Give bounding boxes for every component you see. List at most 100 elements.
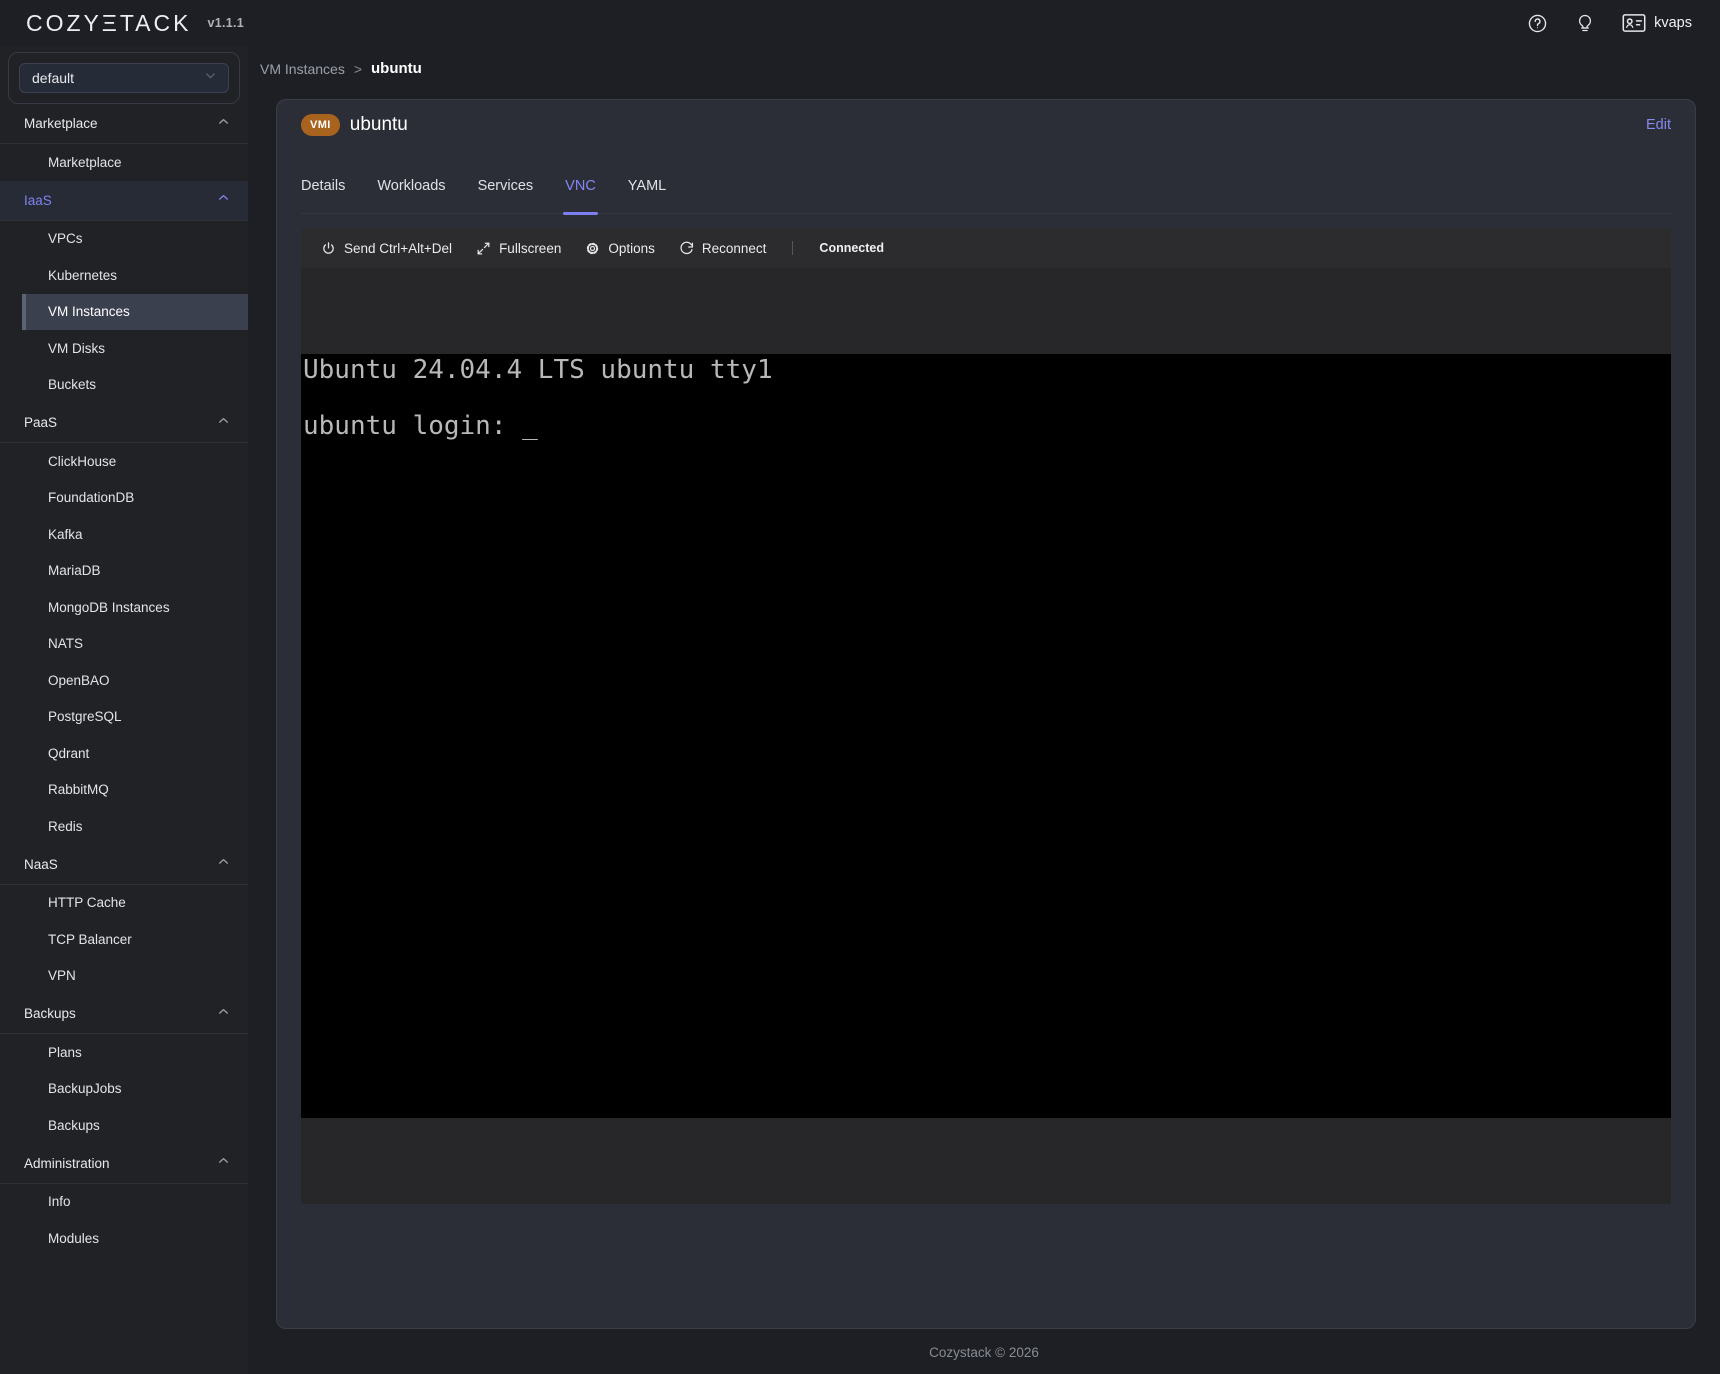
sidebar-item-vpn[interactable]: VPN <box>0 958 248 995</box>
topbar: COZYΞTACK v1.1.1 <box>0 0 1720 46</box>
options-button[interactable]: Options <box>585 241 655 256</box>
item-label: Redis <box>48 819 83 834</box>
tab-yaml[interactable]: YAML <box>628 178 666 213</box>
project-select[interactable]: default <box>19 63 229 93</box>
terminal-line: Ubuntu 24.04.4 LTS ubuntu tty1 <box>303 356 1671 384</box>
send-ctrl-alt-del-label: Send Ctrl+Alt+Del <box>344 241 452 256</box>
edit-button[interactable]: Edit <box>1646 117 1671 133</box>
sidebar-item-vpcs[interactable]: VPCs <box>0 221 248 258</box>
chevron-up-icon <box>217 1154 230 1172</box>
topbar-actions: kvaps <box>1527 13 1692 34</box>
chevron-up-icon <box>217 414 230 432</box>
sidebar-item-qdrant[interactable]: Qdrant <box>0 735 248 772</box>
chevron-up-icon <box>217 1005 230 1023</box>
item-label: RabbitMQ <box>48 782 109 797</box>
sidebar-item-backupjobs[interactable]: BackupJobs <box>0 1071 248 1108</box>
app-logo[interactable]: COZYΞTACK <box>26 10 191 37</box>
item-label: MongoDB Instances <box>48 600 170 615</box>
item-label: VPCs <box>48 231 83 246</box>
item-label: NATS <box>48 636 83 651</box>
fullscreen-button[interactable]: Fullscreen <box>476 241 561 256</box>
project-panel: default <box>8 52 240 104</box>
section-label: Administration <box>24 1156 217 1171</box>
item-label: Buckets <box>48 377 96 392</box>
item-label: Backups <box>48 1118 100 1133</box>
fullscreen-icon <box>476 241 491 256</box>
tab-details[interactable]: Details <box>301 178 345 213</box>
lightbulb-icon[interactable] <box>1575 13 1595 33</box>
item-label: Plans <box>48 1045 82 1060</box>
item-label: Qdrant <box>48 746 89 761</box>
item-label: Kafka <box>48 527 83 542</box>
chevron-down-icon <box>203 68 218 88</box>
sidebar-item-marketplace[interactable]: Marketplace <box>0 144 248 181</box>
item-label: Info <box>48 1194 71 1209</box>
section-label: IaaS <box>24 193 217 208</box>
sidebar-section-administration: Administration Info Modules <box>0 1144 248 1257</box>
tab-services[interactable]: Services <box>478 178 534 213</box>
sidebar-item-kubernetes[interactable]: Kubernetes <box>0 257 248 294</box>
sidebar-item-mariadb[interactable]: MariaDB <box>0 553 248 590</box>
sidebar-item-clickhouse[interactable]: ClickHouse <box>0 443 248 480</box>
help-icon[interactable] <box>1527 13 1548 34</box>
tab-vnc[interactable]: VNC <box>565 178 596 213</box>
sidebar-section-header-paas[interactable]: PaaS <box>0 403 248 443</box>
sidebar-item-nats[interactable]: NATS <box>0 626 248 663</box>
sidebar-item-http-cache[interactable]: HTTP Cache <box>0 885 248 922</box>
options-label: Options <box>608 241 655 256</box>
project-select-value: default <box>32 70 203 86</box>
sidebar-item-rabbitmq[interactable]: RabbitMQ <box>0 772 248 809</box>
page-title: ubuntu <box>350 114 408 136</box>
vnc-canvas[interactable]: Ubuntu 24.04.4 LTS ubuntu tty1 ubuntu lo… <box>301 354 1671 1118</box>
vnc-status: Connected <box>792 241 884 255</box>
username-label: kvaps <box>1654 15 1692 31</box>
sidebar-item-mongodb-instances[interactable]: MongoDB Instances <box>0 589 248 626</box>
send-ctrl-alt-del-button[interactable]: Send Ctrl+Alt+Del <box>321 241 452 256</box>
user-menu[interactable]: kvaps <box>1622 13 1692 33</box>
reconnect-label: Reconnect <box>702 241 767 256</box>
power-icon <box>321 241 336 256</box>
terminal-line <box>303 384 1671 412</box>
sidebar-item-openbao[interactable]: OpenBAO <box>0 662 248 699</box>
item-label: Marketplace <box>48 155 122 170</box>
fullscreen-label: Fullscreen <box>499 241 561 256</box>
sidebar-item-backups[interactable]: Backups <box>0 1107 248 1144</box>
item-label: ClickHouse <box>48 454 116 469</box>
sidebar-item-vm-disks[interactable]: VM Disks <box>0 330 248 367</box>
sidebar-item-kafka[interactable]: Kafka <box>0 516 248 553</box>
item-label: VPN <box>48 968 76 983</box>
app-root: COZYΞTACK v1.1.1 <box>0 0 1720 1374</box>
vm-detail-card: VMI ubuntu Edit Details Workloads Servic… <box>276 99 1696 1329</box>
breadcrumb: VM Instances > ubuntu <box>248 46 1720 77</box>
sidebar-section-paas: PaaS ClickHouse FoundationDB Kafka Maria… <box>0 403 248 845</box>
sidebar-item-tcp-balancer[interactable]: TCP Balancer <box>0 921 248 958</box>
sidebar-item-redis[interactable]: Redis <box>0 808 248 845</box>
item-label: MariaDB <box>48 563 101 578</box>
breadcrumb-vm-instances[interactable]: VM Instances <box>260 61 345 77</box>
footer-copyright: Cozystack © 2026 <box>248 1329 1720 1370</box>
section-label: NaaS <box>24 857 217 872</box>
sidebar-section-header-naas[interactable]: NaaS <box>0 845 248 885</box>
sidebar-item-info[interactable]: Info <box>0 1184 248 1221</box>
item-label: TCP Balancer <box>48 932 132 947</box>
sidebar-nav: Marketplace Marketplace IaaS VPCs Kubern… <box>0 104 248 1257</box>
sidebar-section-header-iaas[interactable]: IaaS <box>0 181 248 221</box>
reconnect-button[interactable]: Reconnect <box>679 241 767 256</box>
section-label: Marketplace <box>24 116 217 131</box>
sidebar-section-header-marketplace[interactable]: Marketplace <box>0 104 248 144</box>
tab-workloads[interactable]: Workloads <box>377 178 445 213</box>
sidebar-item-modules[interactable]: Modules <box>0 1220 248 1257</box>
sidebar-item-buckets[interactable]: Buckets <box>0 367 248 404</box>
sidebar-section-naas: NaaS HTTP Cache TCP Balancer VPN <box>0 845 248 995</box>
item-label: VM Disks <box>48 341 105 356</box>
gear-icon <box>585 241 600 256</box>
sidebar-item-vm-instances[interactable]: VM Instances <box>22 294 248 331</box>
sidebar-section-header-administration[interactable]: Administration <box>0 1144 248 1184</box>
refresh-icon <box>679 241 694 256</box>
sidebar-section-header-backups[interactable]: Backups <box>0 994 248 1034</box>
sidebar-item-plans[interactable]: Plans <box>0 1034 248 1071</box>
sidebar-item-foundationdb[interactable]: FoundationDB <box>0 480 248 517</box>
item-label: Modules <box>48 1231 99 1246</box>
chevron-up-icon <box>217 191 230 209</box>
sidebar-item-postgresql[interactable]: PostgreSQL <box>0 699 248 736</box>
